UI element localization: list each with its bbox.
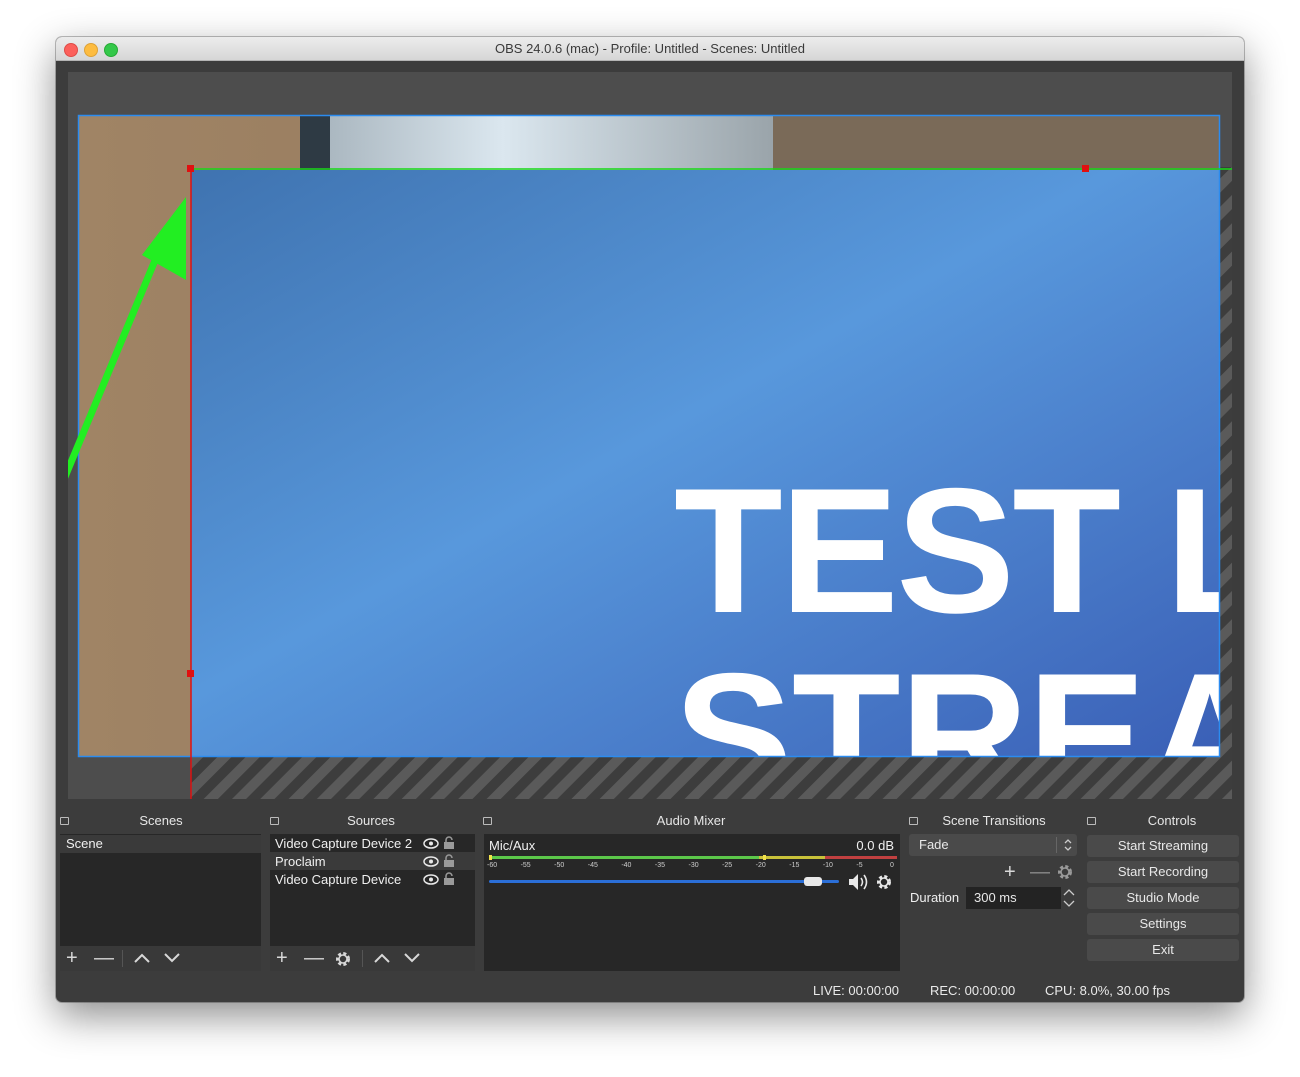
obs-window: OBS 24.0.6 (mac) - Profile: Untitled - S… (56, 37, 1244, 1002)
remove-transition-button[interactable]: — (1030, 862, 1050, 882)
scenes-dock-title: Scenes (56, 812, 266, 830)
sources-dock-title: Sources (266, 812, 476, 830)
meter-tick-label: -50 (554, 862, 565, 869)
resize-handle-top-right[interactable] (1082, 165, 1089, 172)
unlock-icon[interactable] (443, 836, 455, 850)
canvas-right-stripes (1220, 170, 1232, 799)
meter-tick-label: -30 (688, 862, 699, 869)
move-scene-up-icon[interactable] (134, 953, 150, 963)
select-chevron-icon (1064, 839, 1072, 851)
dock-float-icon[interactable] (909, 817, 918, 825)
duration-input[interactable]: 300 ms (966, 887, 1061, 909)
unlock-icon[interactable] (443, 854, 455, 868)
camera-feed-window (323, 115, 773, 170)
transition-select[interactable]: Fade (909, 834, 1077, 856)
scene-transitions-dock-label: Scene Transitions (942, 813, 1046, 828)
studio-mode-button[interactable]: Studio Mode (1087, 887, 1239, 909)
transition-properties-gear-icon[interactable] (1056, 863, 1074, 881)
visibility-eye-icon[interactable] (423, 838, 439, 849)
sources-toolbar: + — (270, 946, 475, 971)
meter-tick-label: -55 (520, 862, 531, 869)
slide-text-line1: TEST L (674, 451, 1232, 650)
source-item[interactable]: Video Capture Device 2 (275, 835, 412, 853)
camera-feed-ceiling (773, 115, 1220, 170)
dock-float-icon[interactable] (270, 817, 279, 825)
source-item[interactable]: Video Capture Device (275, 871, 401, 889)
toolbar-divider (362, 950, 363, 967)
window-title: OBS 24.0.6 (mac) - Profile: Untitled - S… (495, 41, 805, 56)
scene-item[interactable]: Scene (66, 835, 103, 853)
audio-channel-name: Mic/Aux (489, 838, 536, 853)
resize-handle-top-left[interactable] (187, 165, 194, 172)
preview-canvas[interactable]: TEST L STREA (68, 72, 1232, 799)
dock-float-icon[interactable] (60, 817, 69, 825)
volume-slider-track[interactable] (489, 880, 839, 883)
transition-selected-value: Fade (919, 837, 949, 852)
move-scene-down-icon[interactable] (164, 953, 180, 963)
meter-tick-label: -40 (621, 862, 632, 869)
meter-tick-label: -20 (755, 862, 766, 869)
scenes-toolbar: + — (60, 946, 261, 971)
speaker-volume-icon[interactable] (848, 873, 870, 891)
canvas-bottom-stripes (191, 756, 1232, 799)
start-streaming-button[interactable]: Start Streaming (1087, 835, 1239, 857)
meter-tick-label: -15 (789, 862, 800, 869)
meter-tick-label: -35 (654, 862, 666, 869)
move-source-down-icon[interactable] (404, 953, 420, 963)
meter-tick-label: -60 (487, 862, 498, 869)
visibility-eye-icon[interactable] (423, 874, 439, 885)
live-status: LIVE: 00:00:00 (813, 983, 900, 998)
settings-button[interactable]: Settings (1087, 913, 1239, 935)
audio-mixer-dock-label: Audio Mixer (656, 813, 726, 828)
audio-level-db: 0.0 dB (856, 838, 894, 853)
remove-scene-button[interactable]: — (94, 948, 114, 968)
meter-tick-label: -10 (822, 862, 833, 869)
resize-handle-left-middle[interactable] (187, 670, 194, 677)
unlock-icon[interactable] (443, 872, 455, 886)
audio-settings-gear-icon[interactable] (875, 873, 893, 891)
sources-dock-label: Sources (347, 813, 395, 828)
move-source-up-icon[interactable] (374, 953, 390, 963)
source-properties-gear-icon[interactable] (334, 950, 352, 968)
controls-dock-label: Controls (1147, 813, 1197, 828)
duration-stepper-icon[interactable] (1062, 887, 1076, 909)
source-item[interactable]: Proclaim (275, 853, 326, 871)
duration-value: 300 ms (974, 890, 1017, 905)
meter-tick-label: -25 (722, 862, 733, 869)
select-divider (1056, 837, 1057, 853)
exit-button[interactable]: Exit (1087, 939, 1239, 961)
start-recording-button[interactable]: Start Recording (1087, 861, 1239, 883)
dock-float-icon[interactable] (1087, 817, 1096, 825)
audio-mixer-dock-title: Audio Mixer (479, 812, 903, 830)
scene-transitions-dock-title: Scene Transitions (905, 812, 1083, 830)
camera-feed-pillar (300, 115, 330, 170)
rec-status: REC: 00:00:00 (930, 983, 1016, 998)
add-source-button[interactable]: + (276, 948, 288, 968)
scenes-dock-label: Scenes (139, 813, 183, 828)
add-scene-button[interactable]: + (66, 948, 78, 968)
visibility-eye-icon[interactable] (423, 856, 439, 867)
controls-dock-title: Controls (1083, 812, 1244, 830)
volume-slider-handle[interactable] (804, 877, 823, 886)
cpu-status: CPU: 8.0%, 30.00 fps (1045, 983, 1171, 998)
toolbar-divider (122, 950, 123, 967)
remove-source-button[interactable]: — (304, 948, 324, 968)
meter-tick-label: 0 (890, 862, 894, 869)
title-bar[interactable]: OBS 24.0.6 (mac) - Profile: Untitled - S… (56, 37, 1244, 61)
dock-float-icon[interactable] (483, 817, 492, 825)
meter-tick-label: -5 (856, 862, 863, 869)
duration-label: Duration (910, 890, 960, 905)
add-transition-button[interactable]: + (1004, 862, 1016, 882)
meter-tick-label: -45 (587, 862, 598, 869)
